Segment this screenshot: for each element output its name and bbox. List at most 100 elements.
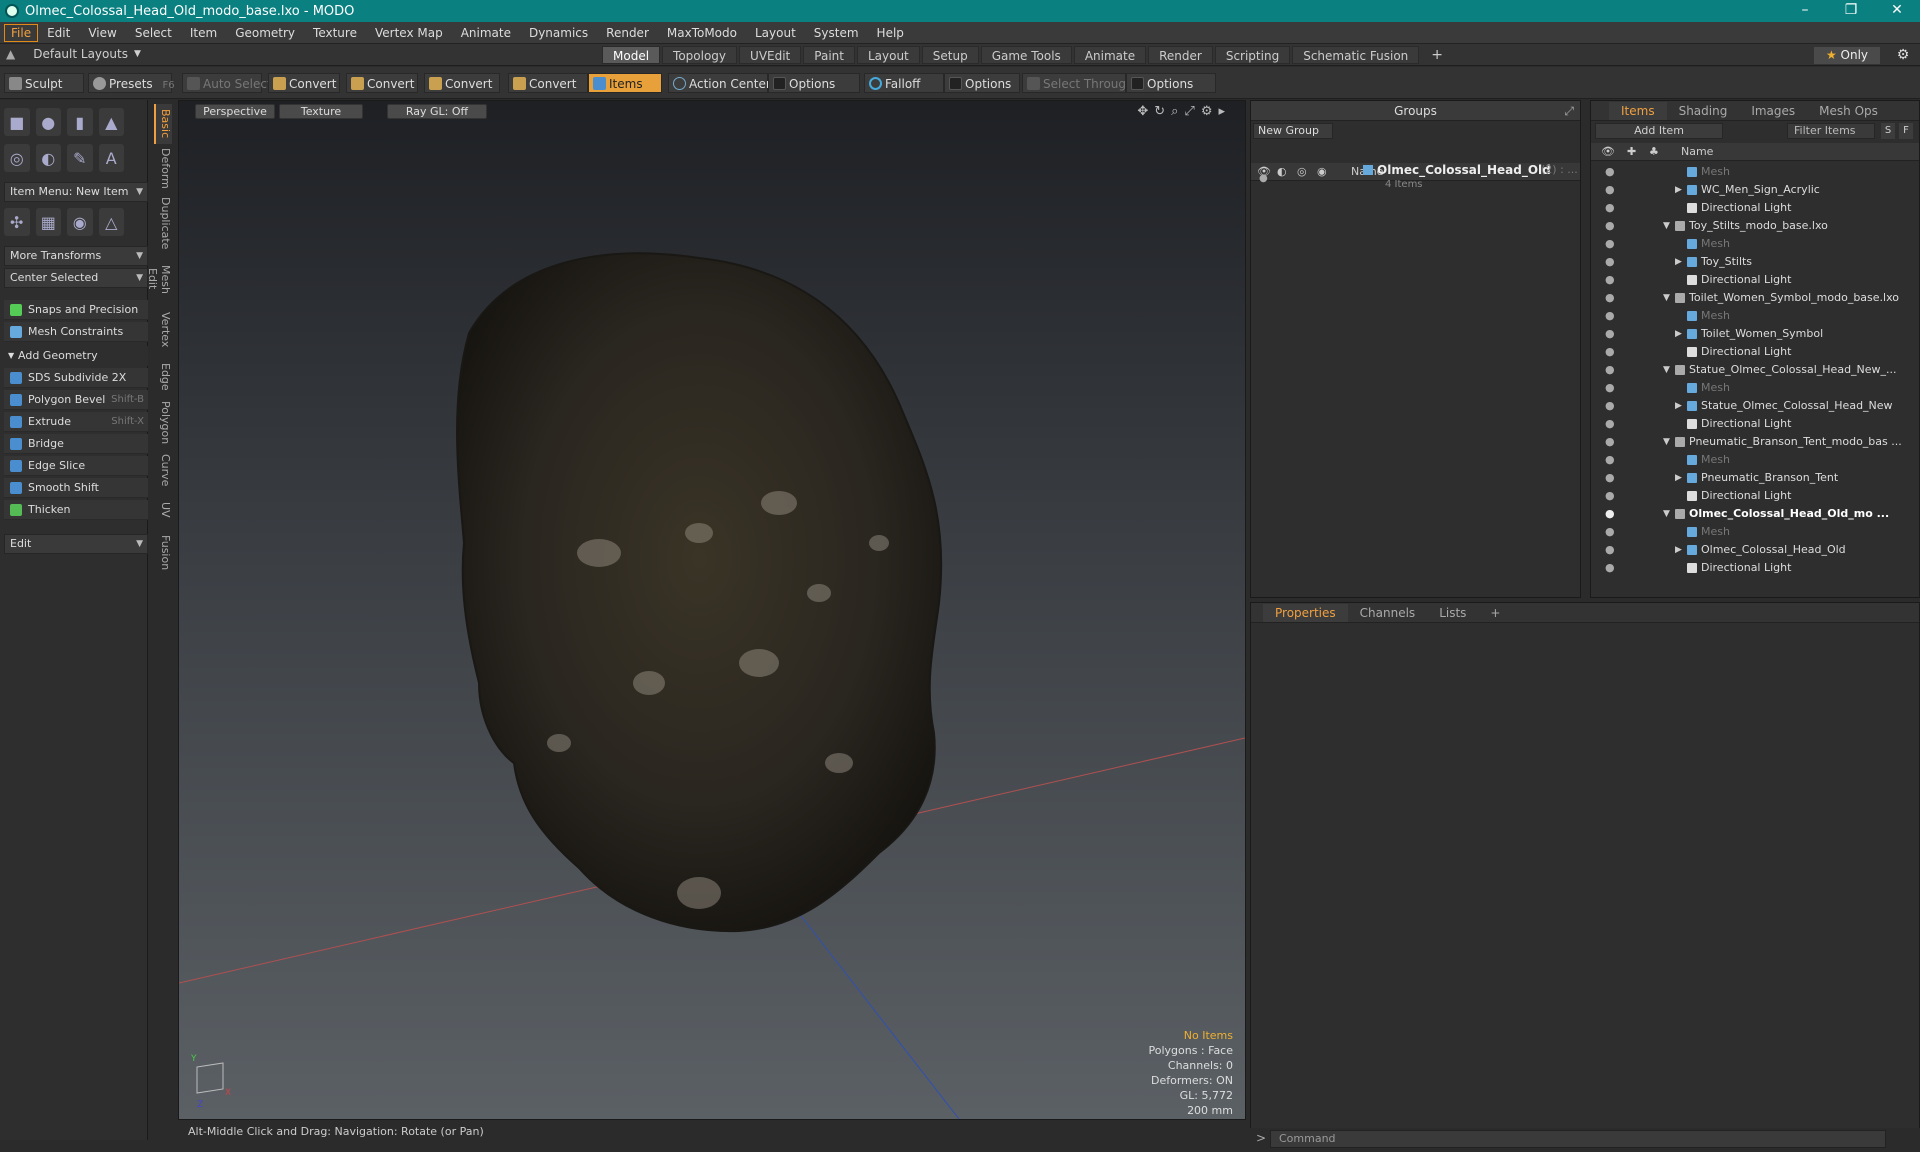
add-tab-button[interactable]: + xyxy=(1421,46,1453,64)
command-input[interactable]: Command xyxy=(1270,1130,1886,1148)
falloff-button[interactable]: Falloff xyxy=(864,73,944,93)
eye-icon[interactable]: ● xyxy=(1605,451,1615,469)
eye-icon[interactable]: ● xyxy=(1605,217,1615,235)
snaps-precision-button[interactable]: Snaps and Precision xyxy=(4,300,148,320)
expand-arrow-icon[interactable]: ▶ xyxy=(1675,253,1682,271)
text-icon[interactable]: A xyxy=(98,144,124,172)
expand-arrow-icon[interactable]: ▶ xyxy=(1675,325,1682,343)
tab-lists[interactable]: Lists xyxy=(1427,604,1478,622)
tree-row[interactable]: ● Directional Light xyxy=(1591,271,1903,289)
eye-icon[interactable]: ● xyxy=(1605,199,1615,217)
tree-row[interactable]: ● ▼ Toilet_Women_Symbol_modo_base.lxo xyxy=(1591,289,1903,307)
transform-icon[interactable]: ✣ xyxy=(4,208,30,236)
center-selected-dropdown[interactable]: Center Selected ▼ xyxy=(4,268,148,288)
only-button[interactable]: ★ Only xyxy=(1814,47,1880,64)
eye-icon[interactable]: ● xyxy=(1605,271,1615,289)
expand-arrow-icon[interactable]: ▶ xyxy=(1675,397,1682,415)
maximize-button[interactable]: ❐ xyxy=(1828,0,1874,22)
menu-animate[interactable]: Animate xyxy=(452,24,520,42)
gear-icon[interactable]: ⚙ xyxy=(1201,104,1213,119)
sphere-icon[interactable]: ● xyxy=(35,108,61,136)
vtab-curve[interactable]: Curve xyxy=(154,452,172,488)
fit-icon[interactable]: ⤢ xyxy=(1184,104,1194,119)
menu-render[interactable]: Render xyxy=(597,24,658,42)
menu-vertex-map[interactable]: Vertex Map xyxy=(366,24,452,42)
eye-icon[interactable]: ● xyxy=(1605,361,1615,379)
tab-game-tools[interactable]: Game Tools xyxy=(980,46,1072,64)
collapse-arrow-icon[interactable]: ▼ xyxy=(1663,433,1670,451)
auto-select-button[interactable]: Auto Select xyxy=(182,73,272,93)
vtab-fusion[interactable]: Fusion xyxy=(154,532,172,574)
tree-row[interactable]: ● Mesh xyxy=(1591,235,1903,253)
eye-icon[interactable]: ● xyxy=(1259,173,1268,184)
tree-row[interactable]: ● ▶ Toilet_Women_Symbol xyxy=(1591,325,1903,343)
tree-row[interactable]: ● ▶ WC_Men_Sign_Acrylic xyxy=(1591,181,1903,199)
eye-icon[interactable]: ● xyxy=(1605,289,1615,307)
tab-mesh-ops[interactable]: Mesh Ops xyxy=(1807,102,1890,120)
grid-icon[interactable]: ▦ xyxy=(35,208,61,236)
tab-channels[interactable]: Channels xyxy=(1348,604,1428,622)
tree-row[interactable]: ● ▼ Pneumatic_Branson_Tent_modo_bas ... xyxy=(1591,433,1903,451)
edit-dropdown[interactable]: Edit ▼ xyxy=(4,534,148,554)
eye-icon[interactable]: 👁 xyxy=(1601,143,1615,161)
close-button[interactable]: ✕ xyxy=(1874,0,1920,22)
eye-icon[interactable]: ● xyxy=(1605,433,1615,451)
thicken-button[interactable]: Thicken xyxy=(4,500,148,520)
vtab-polygon[interactable]: Polygon xyxy=(154,400,172,446)
eye-icon[interactable]: ● xyxy=(1605,397,1615,415)
view-perspective-button[interactable]: Perspective xyxy=(195,104,275,119)
tab-items[interactable]: Items xyxy=(1609,102,1667,120)
eye-icon[interactable]: ● xyxy=(1605,325,1615,343)
vtab-deform[interactable]: Deform xyxy=(154,148,172,189)
add-tab-button[interactable]: + xyxy=(1478,604,1512,622)
menu-view[interactable]: View xyxy=(79,24,125,42)
new-group-button[interactable]: New Group xyxy=(1253,123,1333,139)
vtab-edge[interactable]: Edge xyxy=(154,360,172,394)
zoom-icon[interactable]: ⌕ xyxy=(1171,104,1178,119)
menu-edit[interactable]: Edit xyxy=(38,24,79,42)
filter-items-input[interactable]: Filter Items xyxy=(1787,123,1875,139)
3d-viewport[interactable]: Perspective Texture Ray GL: Off ✥ ↻ ⌕ ⤢ … xyxy=(178,100,1246,1120)
scale-icon[interactable]: △ xyxy=(98,208,124,236)
eye-icon[interactable]: ● xyxy=(1605,523,1615,541)
options-button-3[interactable]: Options xyxy=(1126,73,1216,93)
tree-row[interactable]: ● Mesh xyxy=(1591,307,1903,325)
menu-layout[interactable]: Layout xyxy=(746,24,805,42)
capsule-icon[interactable]: ◐ xyxy=(35,144,61,172)
menu-file[interactable]: File xyxy=(4,23,39,42)
collapse-arrow-icon[interactable]: ▼ xyxy=(1663,289,1670,307)
pen-icon[interactable]: ✎ xyxy=(67,144,93,172)
eye-icon[interactable]: ● xyxy=(1605,181,1615,199)
expand-icon[interactable]: ⤢ xyxy=(1564,101,1574,121)
more-transforms-dropdown[interactable]: More Transforms ▼ xyxy=(4,246,148,266)
cube-icon[interactable]: ■ xyxy=(4,108,30,136)
item-menu-dropdown[interactable]: Item Menu: New Item ▼ xyxy=(4,182,148,202)
tab-shading[interactable]: Shading xyxy=(1667,102,1740,120)
olmec-head-mesh[interactable] xyxy=(456,252,943,933)
eye-icon[interactable]: ● xyxy=(1605,379,1615,397)
tab-uvedit[interactable]: UVEdit xyxy=(739,46,802,64)
sculpt-button[interactable]: Sculpt xyxy=(4,73,84,93)
tab-properties[interactable]: Properties xyxy=(1263,604,1348,622)
convert-polygon-button[interactable]: Convert xyxy=(424,73,500,93)
convert-item-button[interactable]: Convert xyxy=(508,73,588,93)
expand-arrow-icon[interactable]: ▶ xyxy=(1675,181,1682,199)
shading-texture-button[interactable]: Texture xyxy=(279,104,363,119)
convert-vertex-button[interactable]: Convert xyxy=(268,73,340,93)
polygon-bevel-button[interactable]: Polygon Bevel Shift-B xyxy=(4,390,148,410)
vtab-basic[interactable]: Basic xyxy=(154,104,172,144)
menu-help[interactable]: Help xyxy=(868,24,913,42)
menu-system[interactable]: System xyxy=(805,24,868,42)
menu-maxtomodo[interactable]: MaxToModo xyxy=(658,24,746,42)
tab-setup[interactable]: Setup xyxy=(921,46,979,64)
raygl-button[interactable]: Ray GL: Off xyxy=(387,104,487,119)
tree-row[interactable]: ● ▶ Olmec_Colossal_Head_Old xyxy=(1591,541,1903,559)
eye-icon[interactable]: ● xyxy=(1605,253,1615,271)
eye-icon[interactable]: ● xyxy=(1605,505,1615,523)
tab-topology[interactable]: Topology xyxy=(662,46,738,64)
eye-icon[interactable]: ● xyxy=(1605,541,1615,559)
tab-render[interactable]: Render xyxy=(1148,46,1213,64)
tree-row[interactable]: ● Mesh xyxy=(1591,523,1903,541)
render-icon[interactable]: ♣ xyxy=(1649,143,1659,161)
f-toggle-button[interactable]: F xyxy=(1899,123,1913,139)
